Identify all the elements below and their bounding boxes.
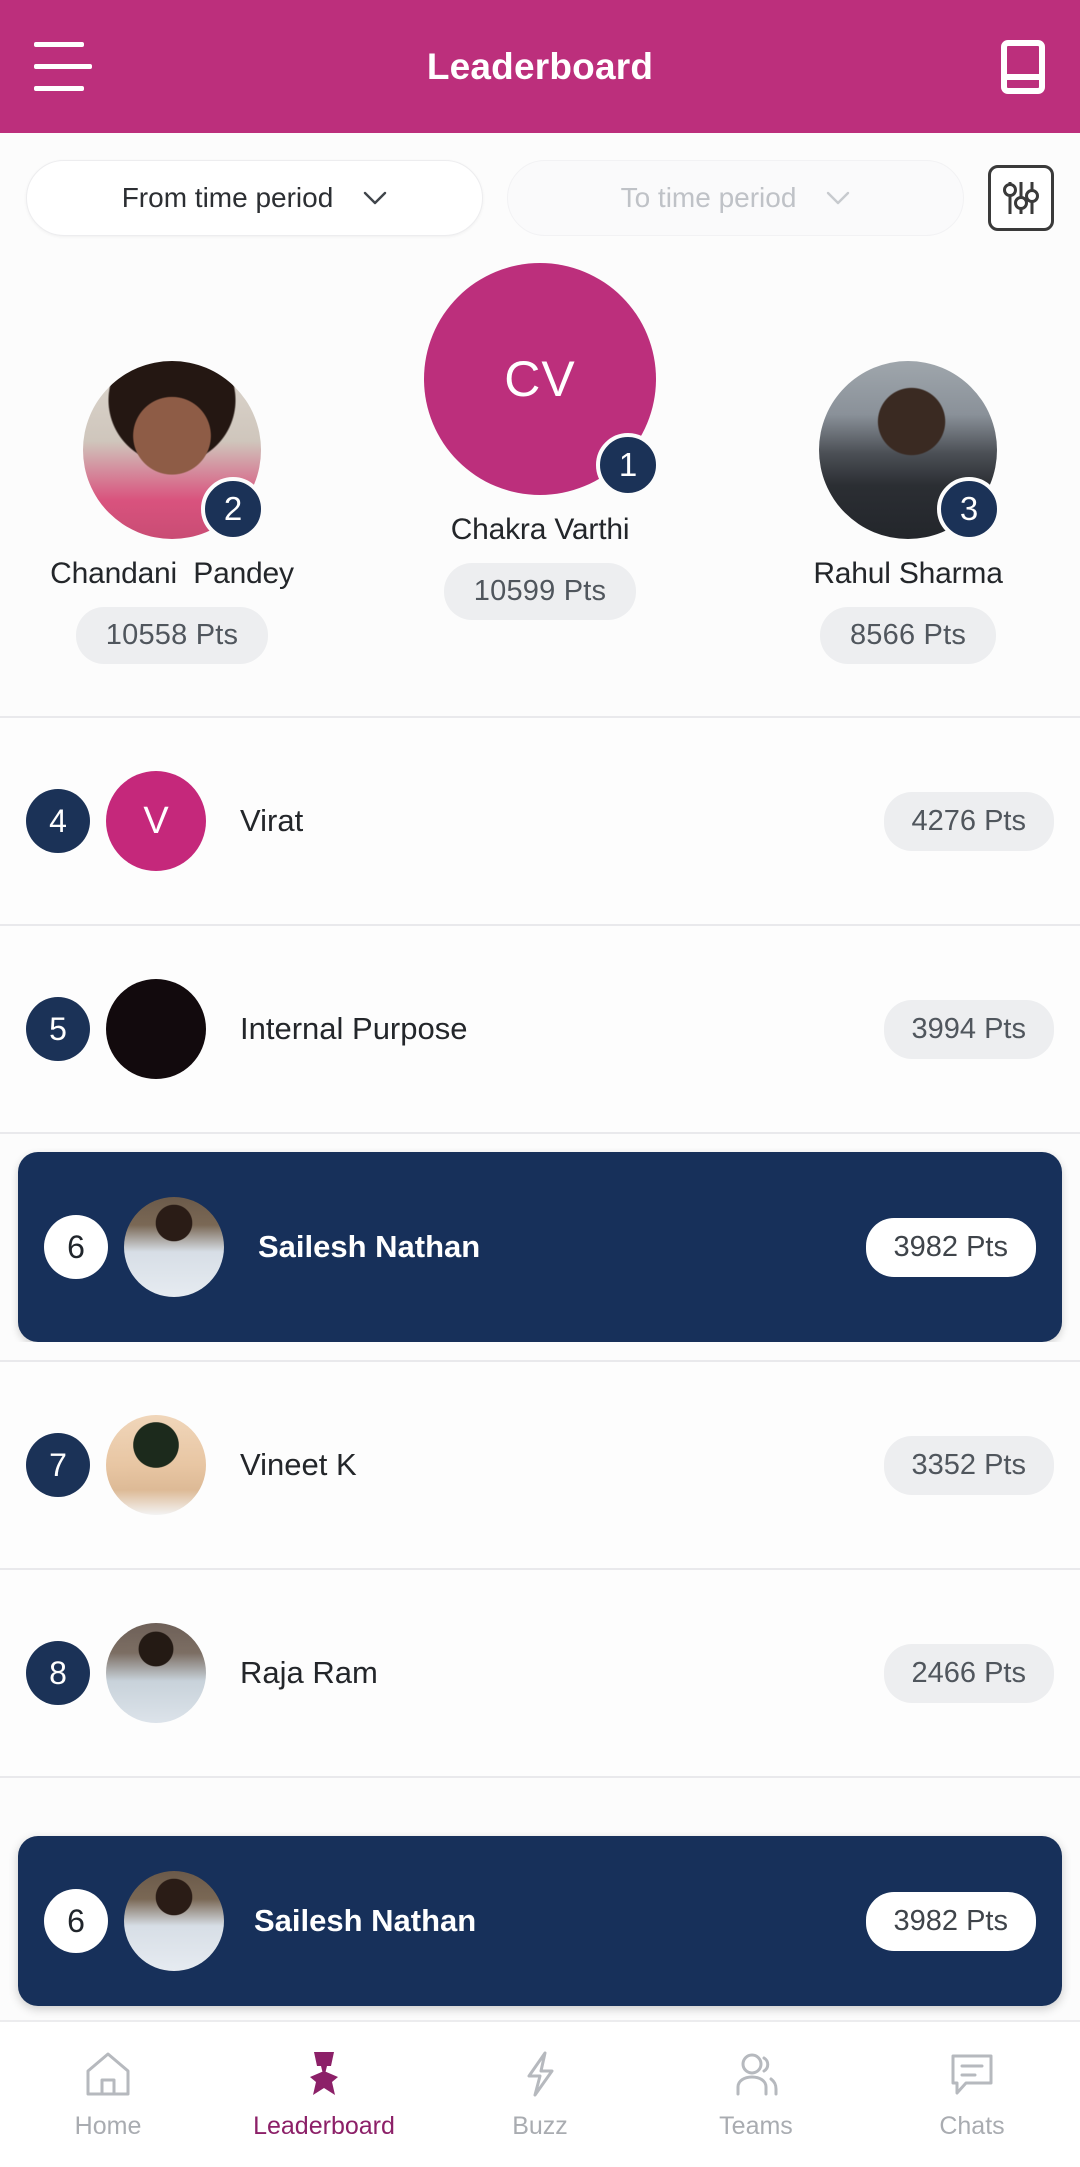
points-badge: 3982 Pts — [865, 1217, 1036, 1277]
nav-label: Leaderboard — [253, 2112, 395, 2140]
avatar-initials: V — [143, 799, 169, 842]
player-name: Vineet K — [240, 1447, 357, 1482]
podium-name: Chandani Pandey — [50, 557, 294, 590]
rank-badge: 3 — [937, 477, 1001, 541]
rank-badge: 5 — [26, 997, 90, 1061]
points-badge: 10558 Pts — [75, 607, 269, 664]
avatar: 2 — [83, 361, 265, 541]
to-time-period-label: To time period — [620, 182, 797, 213]
points-badge: 3982 Pts — [865, 1891, 1036, 1951]
avatar — [106, 1415, 206, 1515]
points-badge: 2466 Pts — [883, 1643, 1054, 1703]
podium-name: Rahul Sharma — [813, 557, 1003, 590]
people-icon — [730, 2048, 782, 2100]
filter-bar: From time period To time period — [0, 133, 1080, 263]
avatar: 3 — [819, 361, 1001, 541]
chat-bubble-icon — [946, 2048, 998, 2100]
avatar — [106, 1623, 206, 1723]
player-name: Internal Purpose — [240, 1011, 468, 1046]
rank-badge: 6 — [44, 1215, 108, 1279]
chevron-down-icon — [363, 191, 387, 205]
nav-item-home[interactable]: Home — [0, 2048, 216, 2141]
points-badge: 10599 Pts — [443, 563, 637, 620]
from-time-period-select[interactable]: From time period — [26, 160, 483, 236]
to-time-period-select[interactable]: To time period — [507, 160, 964, 236]
self-rank-card[interactable]: 6 Sailesh Nathan 3982 Pts — [18, 1836, 1062, 2006]
lightning-bolt-icon — [514, 2048, 566, 2100]
table-row[interactable]: 7 Vineet K 3352 Pts — [0, 1362, 1080, 1570]
table-row[interactable]: 4 V Virat 4276 Pts — [0, 718, 1080, 926]
avatar: V — [106, 771, 206, 871]
sliders-filter-icon[interactable] — [988, 165, 1054, 231]
podium-place-2[interactable]: 2 Chandani Pandey 10558 Pts — [22, 263, 322, 664]
nav-item-teams[interactable]: Teams — [648, 2048, 864, 2141]
podium-top-three: 2 Chandani Pandey 10558 Pts CV 1 Chakra … — [0, 263, 1080, 718]
points-badge: 3352 Pts — [883, 1435, 1054, 1495]
row-spacer — [0, 1134, 1080, 1152]
chevron-down-icon — [826, 191, 850, 205]
nav-item-leaderboard[interactable]: Leaderboard — [216, 2048, 432, 2141]
avatar — [124, 1197, 224, 1297]
nav-label: Chats — [939, 2112, 1005, 2140]
book-icon[interactable] — [1000, 39, 1046, 95]
points-badge: 8566 Pts — [819, 607, 997, 664]
app-header: Leaderboard — [0, 0, 1080, 133]
leaderboard-screen: Leaderboard From time period To time per… — [0, 0, 1080, 2167]
nav-item-buzz[interactable]: Buzz — [432, 2048, 648, 2141]
rank-badge: 1 — [596, 433, 660, 497]
page-title: Leaderboard — [426, 45, 654, 87]
row-spacer — [0, 1342, 1080, 1360]
points-badge: 3994 Pts — [883, 999, 1054, 1059]
rank-badge: 2 — [201, 477, 265, 541]
player-name: Sailesh Nathan — [258, 1229, 481, 1264]
avatar — [124, 1871, 224, 1971]
player-name: Sailesh Nathan — [254, 1903, 477, 1938]
medal-icon — [298, 2048, 350, 2100]
player-name: Virat — [240, 803, 304, 838]
from-time-period-label: From time period — [121, 182, 334, 213]
rank-badge: 7 — [26, 1433, 90, 1497]
leaderboard-list: 4 V Virat 4276 Pts 5 Internal Purpose 39… — [0, 718, 1080, 1836]
podium-place-1[interactable]: CV 1 Chakra Varthi 10599 Pts — [390, 263, 690, 620]
rank-badge: 8 — [26, 1641, 90, 1705]
table-row[interactable]: 5 Internal Purpose 3994 Pts — [0, 926, 1080, 1134]
bottom-navigation: Home Leaderboard Buzz Teams Chats — [0, 2020, 1080, 2167]
nav-label: Teams — [719, 2112, 793, 2140]
hamburger-menu-icon[interactable] — [34, 42, 92, 91]
table-row[interactable]: 8 Raja Ram 2466 Pts — [0, 1570, 1080, 1778]
table-row-highlighted[interactable]: 6 Sailesh Nathan 3982 Pts — [18, 1152, 1062, 1342]
nav-label: Home — [74, 2112, 142, 2140]
rank-badge: 6 — [44, 1889, 108, 1953]
points-badge: 4276 Pts — [883, 791, 1054, 851]
avatar: CV 1 — [424, 263, 660, 497]
home-icon — [82, 2048, 134, 2100]
podium-name: Chakra Varthi — [450, 513, 630, 546]
self-rank-card-container: 6 Sailesh Nathan 3982 Pts — [0, 1836, 1080, 2020]
avatar-initials: CV — [504, 351, 576, 407]
podium-place-3[interactable]: 3 Rahul Sharma 8566 Pts — [758, 263, 1058, 664]
nav-item-chats[interactable]: Chats — [864, 2048, 1080, 2141]
avatar — [106, 979, 206, 1079]
nav-label: Buzz — [512, 2112, 568, 2140]
rank-badge: 4 — [26, 789, 90, 853]
player-name: Raja Ram — [240, 1655, 378, 1690]
